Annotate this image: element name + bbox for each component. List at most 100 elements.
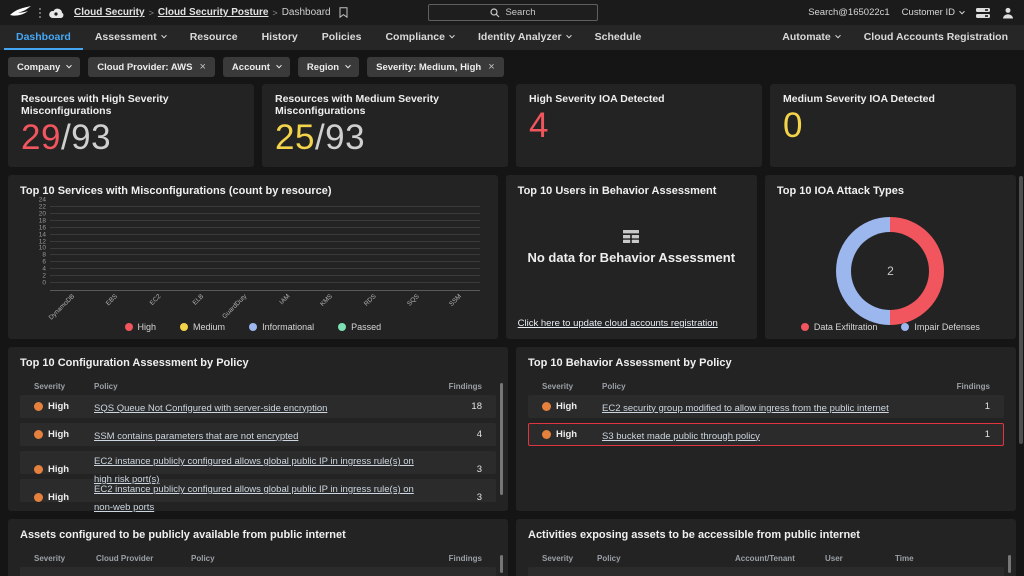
scrollbar-thumb[interactable]	[1019, 176, 1023, 444]
filter-chip-cloud-provider[interactable]: Cloud Provider: AWS ×	[88, 57, 215, 77]
remove-filter-icon[interactable]: ×	[488, 61, 494, 73]
legend-dot	[800, 323, 809, 331]
legend-item-data-exfiltration[interactable]: Data Exfiltration	[800, 322, 877, 332]
tab-dashboard[interactable]: Dashboard	[4, 25, 83, 50]
chart-legend: Data Exfiltration Impair Defenses	[765, 322, 1016, 332]
column-header-policy: Policy	[191, 553, 215, 563]
y-axis-tick: 12	[38, 238, 46, 245]
page-scrollbar[interactable]	[1018, 0, 1023, 576]
policy-link[interactable]: S3 bucket made public through policy	[602, 431, 760, 442]
bookmark-icon[interactable]	[339, 7, 348, 18]
bar-slot-iam[interactable]: IAM	[265, 207, 308, 306]
chevron-down-icon	[959, 8, 965, 14]
y-axis-tick: 18	[38, 217, 46, 225]
card-medium-misconfigurations[interactable]: Resources with Medium Severity Misconfig…	[262, 84, 508, 167]
automate-button[interactable]: Automate	[770, 25, 851, 50]
stack-icon[interactable]	[976, 7, 990, 19]
policy-cell: EC2 instance publicly configured allows …	[94, 479, 432, 515]
findings-cell: 1	[984, 401, 990, 412]
policy-link[interactable]: EC2 security group modified to allow ing…	[602, 403, 889, 414]
stat-value-total: /93	[314, 118, 366, 157]
legend-item-impair-defenses[interactable]: Impair Defenses	[901, 322, 980, 332]
severity-cell: High	[34, 401, 94, 412]
legend-label: Medium	[193, 322, 226, 332]
stat-value-number: 25	[275, 118, 315, 157]
tab-identity-analyzer[interactable]: Identity Analyzer	[466, 25, 583, 50]
bar-slot-kms[interactable]: KMS	[308, 207, 351, 308]
update-cloud-accounts-link[interactable]: Click here to update cloud accounts regi…	[518, 318, 718, 329]
filter-label: Company	[17, 61, 61, 73]
filter-chip-company[interactable]: Company	[8, 57, 81, 77]
y-axis-tick: 6	[42, 258, 46, 266]
y-axis-tick: 4	[42, 265, 46, 273]
bar-slot-rds[interactable]: RDS	[351, 207, 394, 308]
crowdstrike-falcon-logo[interactable]	[10, 6, 32, 19]
panel-behavior-assessment: Top 10 Behavior Assessment by Policy Sev…	[516, 347, 1016, 511]
bar-slot-ebs[interactable]: EBS	[93, 207, 136, 307]
column-header-findings: Findings	[448, 381, 482, 391]
table-row[interactable]: High S3 bucket made public through policy…	[528, 423, 1004, 446]
no-data-message: No data for Behavior Assessment	[527, 249, 736, 265]
tab-label: Dashboard	[16, 30, 71, 43]
policy-link[interactable]: SQS Queue Not Configured with server-sid…	[94, 403, 327, 414]
legend-item-high[interactable]: High	[124, 322, 156, 332]
table-scrollbar[interactable]	[1008, 555, 1011, 573]
chevron-down-icon	[276, 62, 282, 69]
bar-slot-ec2[interactable]: EC2	[136, 207, 179, 307]
legend-item-informational[interactable]: Informational	[249, 322, 314, 332]
severity-dot-icon	[34, 402, 43, 411]
legend-dot	[180, 323, 189, 331]
column-header-policy: Policy	[602, 381, 626, 391]
chevron-down-icon	[565, 32, 572, 38]
legend-item-medium[interactable]: Medium	[180, 322, 225, 332]
legend-label: Informational	[262, 322, 315, 332]
legend-item-passed[interactable]: Passed	[338, 322, 381, 332]
tab-schedule[interactable]: Schedule	[583, 25, 654, 50]
findings-cell: 18	[471, 401, 482, 412]
filter-chip-severity[interactable]: Severity: Medium, High ×	[367, 57, 504, 77]
panel-configuration-assessment: Top 10 Configuration Assessment by Polic…	[8, 347, 508, 513]
bar-slot-dynamodb[interactable]: DynamoDB	[48, 207, 93, 321]
breadcrumb-cloud-security-posture[interactable]: Cloud Security Posture	[158, 7, 269, 18]
table-row[interactable]: High EC2 instance publicly configured all…	[20, 451, 496, 485]
table-scrollbar[interactable]	[500, 383, 503, 495]
global-search-input[interactable]: Search	[428, 4, 598, 21]
bar-slot-sqs[interactable]: SQS	[394, 207, 437, 308]
stat-card-title: Resources with Medium Severity Misconfig…	[275, 93, 439, 117]
policy-link[interactable]: EC2 instance publicly configured allows …	[94, 484, 414, 513]
card-high-misconfigurations[interactable]: Resources with High Severity Misconfigur…	[8, 84, 254, 167]
stat-value-number: 0	[783, 106, 803, 145]
breadcrumb-cloud-security[interactable]: Cloud Security	[74, 7, 145, 18]
policy-link[interactable]: SSM contains parameters that are not enc…	[94, 431, 298, 442]
table-scrollbar[interactable]	[500, 555, 503, 573]
tab-history[interactable]: History	[250, 25, 310, 50]
menu-dots-icon[interactable]	[39, 7, 41, 18]
findings-cell: 3	[476, 491, 482, 503]
tab-assessment[interactable]: Assessment	[83, 25, 178, 50]
bar-slot-elb[interactable]: ELB	[179, 207, 222, 307]
panel-title: Activities exposing assets to be accessi…	[528, 529, 860, 541]
user-profile-icon[interactable]	[1002, 7, 1014, 19]
table-row	[20, 567, 496, 576]
stat-cards-row: Resources with High Severity Misconfigur…	[8, 84, 1016, 167]
table-row[interactable]: High EC2 security group modified to allow…	[528, 395, 1004, 418]
tab-compliance[interactable]: Compliance	[373, 25, 466, 50]
filter-chip-region[interactable]: Region	[297, 57, 360, 77]
card-high-ioa[interactable]: High Severity IOA Detected 4	[516, 84, 762, 167]
tab-label: Identity Analyzer	[477, 30, 562, 43]
severity-dot-icon	[34, 492, 43, 502]
tab-label: Cloud Accounts Registration	[863, 30, 1008, 43]
bar-slot-guardduty[interactable]: GuardDuty	[221, 207, 265, 320]
tab-resource[interactable]: Resource	[178, 25, 250, 50]
table-row[interactable]: High EC2 instance publicly configured all…	[20, 479, 496, 513]
table-row[interactable]: High SSM contains parameters that are not…	[20, 423, 496, 446]
y-axis-tick: 14	[38, 231, 46, 239]
remove-filter-icon[interactable]: ×	[199, 61, 205, 73]
customer-id-menu[interactable]: Customer ID	[902, 7, 965, 18]
cloud-accounts-registration-button[interactable]: Cloud Accounts Registration	[852, 25, 1020, 50]
bar-slot-ssm[interactable]: SSM	[437, 207, 480, 308]
card-medium-ioa[interactable]: Medium Severity IOA Detected 0	[770, 84, 1016, 167]
filter-chip-account[interactable]: Account	[222, 57, 290, 77]
tab-policies[interactable]: Policies	[310, 25, 374, 50]
table-row[interactable]: High SQS Queue Not Configured with server…	[20, 395, 496, 418]
